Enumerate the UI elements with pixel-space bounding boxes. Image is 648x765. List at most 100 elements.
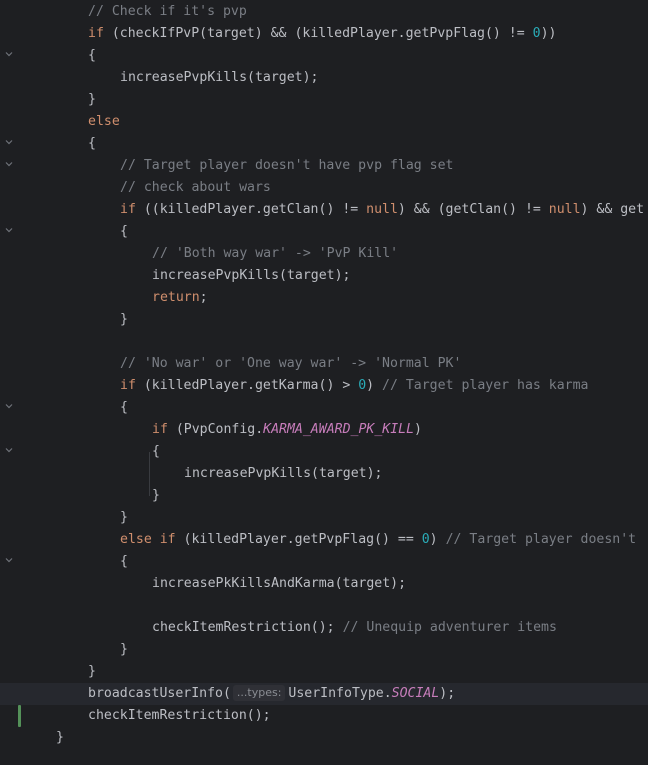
code-line[interactable]: else if (killedPlayer.getPvpFlag() == 0)… [0, 529, 648, 551]
code-line[interactable]: increasePvpKills(target); [0, 265, 648, 287]
code-line-text: } [88, 661, 96, 683]
code-token: { [120, 554, 128, 569]
code-line-text: { [88, 133, 96, 155]
code-token: broadcastUserInfo( [88, 686, 231, 701]
code-line-text: broadcastUserInfo(...types: UserInfoType.… [88, 683, 455, 705]
code-token: checkItemRestriction(); [152, 620, 343, 635]
code-line-text: // 'Both way war' -> 'PvP Kill' [152, 243, 398, 265]
code-token: SOCIAL [391, 686, 440, 701]
code-line[interactable]: { [0, 45, 648, 67]
code-line[interactable]: // check about wars [0, 177, 648, 199]
code-line-text: { [120, 551, 128, 573]
code-token: (checkIfPvP(target) && (killedPlayer.get… [103, 26, 533, 41]
code-line-text: { [120, 221, 128, 243]
code-token: increasePvpKills(target); [120, 70, 319, 85]
code-token: if [120, 378, 136, 393]
code-token: ) && (getClan() != [397, 202, 549, 217]
code-line-text: checkItemRestriction(); [88, 705, 271, 727]
code-token: ) [414, 422, 422, 437]
code-token: // Unequip adventurer items [342, 620, 557, 635]
code-line[interactable] [0, 331, 648, 353]
code-line[interactable]: } [0, 485, 648, 507]
code-token: ); [439, 686, 456, 701]
code-token: else if [120, 532, 176, 547]
code-line-text: // 'No war' or 'One way war' -> 'Normal … [120, 353, 461, 375]
code-line-text: increasePvpKills(target); [152, 265, 351, 287]
code-line[interactable]: if ((killedPlayer.getClan() != null) && … [0, 199, 648, 221]
code-line[interactable]: { [0, 551, 648, 573]
code-line[interactable] [0, 595, 648, 617]
code-token: ((killedPlayer.getClan() != [135, 202, 367, 217]
code-line-text: increasePkKillsAndKarma(target); [152, 573, 406, 595]
code-token: // Check if it's pvp [88, 4, 247, 19]
code-line[interactable]: if (PvpConfig.KARMA_AWARD_PK_KILL) [0, 419, 648, 441]
code-line-text: increasePvpKills(target); [120, 67, 319, 89]
code-token: { [120, 224, 128, 239]
code-line[interactable]: } [0, 507, 648, 529]
code-token: // check about wars [120, 180, 271, 195]
code-token: // Target player doesn't have pvp flag s… [120, 158, 454, 173]
code-line-text: // Check if it's pvp [88, 1, 247, 23]
code-token: increasePvpKills(target); [184, 466, 383, 481]
code-line[interactable]: increasePvpKills(target); [0, 67, 648, 89]
code-token: KARMA_AWARD_PK_KILL [263, 422, 415, 437]
code-token: 0 [532, 26, 541, 41]
code-line-text: increasePvpKills(target); [184, 463, 383, 485]
code-line[interactable]: else [0, 111, 648, 133]
code-token: // Target player has karma [382, 378, 589, 393]
code-line-text: else if (killedPlayer.getPvpFlag() == 0)… [120, 529, 636, 551]
code-line[interactable]: checkItemRestriction(); // Unequip adven… [0, 617, 648, 639]
code-token: (PvpConfig. [167, 422, 264, 437]
code-token: ; [199, 290, 208, 305]
code-line[interactable]: // Target player doesn't have pvp flag s… [0, 155, 648, 177]
code-token: null [548, 202, 581, 217]
code-line[interactable]: if (checkIfPvP(target) && (killedPlayer.… [0, 23, 648, 45]
code-token: // 'No war' or 'One way war' -> 'Normal … [120, 356, 462, 371]
code-line-text: else [88, 111, 120, 133]
code-line[interactable]: { [0, 221, 648, 243]
indent-guide [149, 452, 150, 496]
code-line[interactable]: { [0, 397, 648, 419]
code-token: return [152, 290, 200, 305]
code-line[interactable]: // 'No war' or 'One way war' -> 'Normal … [0, 353, 648, 375]
code-line[interactable]: // 'Both way war' -> 'PvP Kill' [0, 243, 648, 265]
code-line-text: return; [152, 287, 208, 309]
code-line[interactable]: } [0, 639, 648, 661]
code-line-text: } [88, 89, 96, 111]
code-line[interactable]: broadcastUserInfo(...types: UserInfoType.… [0, 683, 648, 705]
code-line[interactable]: } [0, 661, 648, 683]
code-token: // 'Both way war' -> 'PvP Kill' [152, 246, 399, 261]
code-line[interactable]: increasePkKillsAndKarma(target); [0, 573, 648, 595]
code-line-text: } [120, 507, 128, 529]
code-token: // Target player doesn't [445, 532, 637, 547]
code-token: { [88, 136, 96, 151]
code-line[interactable]: increasePvpKills(target); [0, 463, 648, 485]
code-token: (killedPlayer.getKarma() > [135, 378, 359, 393]
code-token: { [152, 444, 160, 459]
code-token: } [152, 488, 160, 503]
code-token: if [88, 26, 104, 41]
code-line-text: { [120, 397, 128, 419]
code-line-text: // Target player doesn't have pvp flag s… [120, 155, 453, 177]
code-line-text: if (PvpConfig.KARMA_AWARD_PK_KILL) [152, 419, 422, 441]
code-line[interactable]: } [0, 727, 648, 749]
code-line-text: } [120, 639, 128, 661]
code-line[interactable]: { [0, 441, 648, 463]
code-token: if [152, 422, 168, 437]
code-line[interactable]: } [0, 309, 648, 331]
code-line[interactable]: // Check if it's pvp [0, 1, 648, 23]
code-token: 0 [421, 532, 430, 547]
code-line-text: } [152, 485, 160, 507]
code-line[interactable]: if (killedPlayer.getKarma() > 0) // Targ… [0, 375, 648, 397]
code-line-text: } [120, 309, 128, 331]
code-line[interactable]: checkItemRestriction(); [0, 705, 648, 727]
code-line[interactable]: { [0, 133, 648, 155]
code-token: checkItemRestriction(); [88, 708, 271, 723]
code-line-text: if (checkIfPvP(target) && (killedPlayer.… [88, 23, 556, 45]
code-line-text: // check about wars [120, 177, 271, 199]
code-token: { [88, 48, 96, 63]
code-token: } [120, 642, 128, 657]
code-editor[interactable]: // Check if it's pvp if (checkIfPvP(targe… [0, 0, 648, 765]
code-line[interactable]: } [0, 89, 648, 111]
code-line[interactable]: return; [0, 287, 648, 309]
